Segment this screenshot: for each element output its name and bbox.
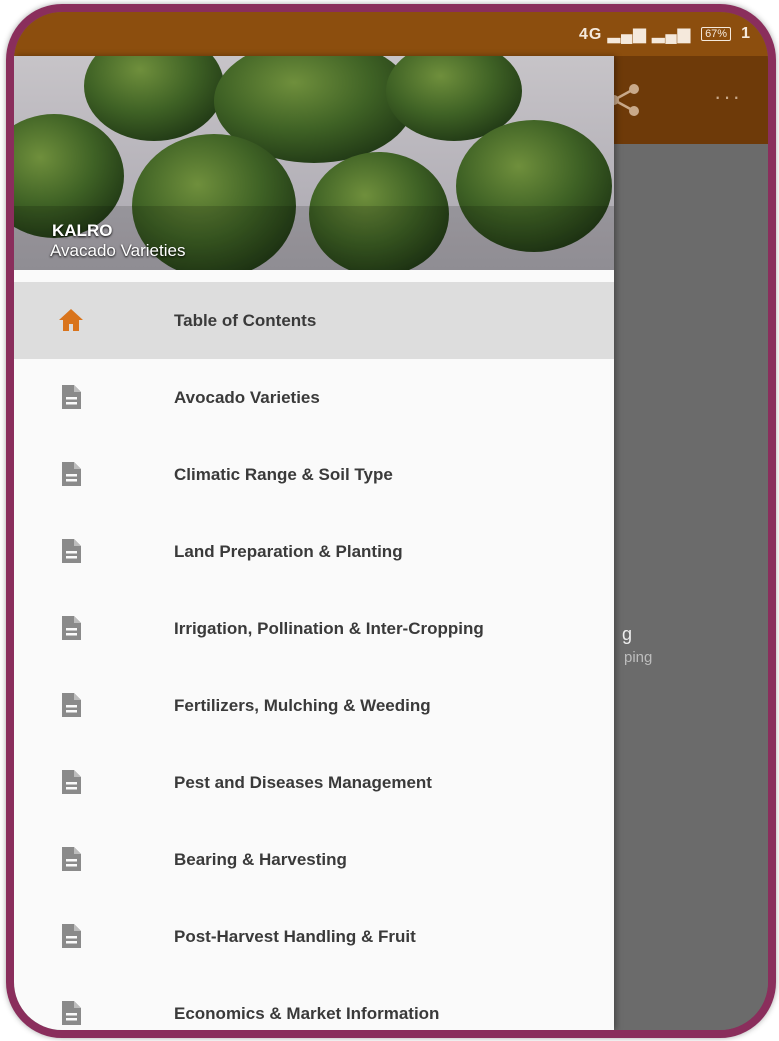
drawer-header: KALRO Avacado Varieties xyxy=(14,56,614,270)
signal-icon: 4G ▂▄▆ ▂▄▆ xyxy=(578,26,692,43)
document-icon xyxy=(62,693,81,717)
menu-item-fertilizers[interactable]: Fertilizers, Mulching & Weeding xyxy=(14,667,614,744)
menu-item-land-preparation[interactable]: Land Preparation & Planting xyxy=(14,513,614,590)
background-title-fragment: g xyxy=(622,624,633,644)
menu-item-label: Bearing & Harvesting xyxy=(174,849,347,869)
document-icon xyxy=(62,924,81,948)
drawer-menu: Table of Contents Avocado Varieties Clim… xyxy=(14,282,614,1030)
document-icon xyxy=(62,616,81,640)
clock: 1 xyxy=(741,25,750,42)
menu-item-table-of-contents[interactable]: Table of Contents xyxy=(14,282,614,359)
battery-indicator: 67% xyxy=(701,27,732,41)
menu-item-pest-diseases[interactable]: Pest and Diseases Management xyxy=(14,744,614,821)
more-options-icon[interactable]: ··· xyxy=(714,84,742,110)
document-icon xyxy=(62,770,81,794)
navigation-drawer: KALRO Avacado Varieties Table of Content… xyxy=(14,56,614,1030)
menu-item-climatic-range[interactable]: Climatic Range & Soil Type xyxy=(14,436,614,513)
drawer-header-subtitle: Avacado Varieties xyxy=(50,241,186,260)
home-icon xyxy=(59,309,83,331)
background-subtitle-fragment: ping xyxy=(624,649,653,666)
document-icon xyxy=(62,385,81,409)
document-icon xyxy=(62,462,81,486)
menu-item-label: Land Preparation & Planting xyxy=(174,541,403,561)
menu-item-irrigation[interactable]: Irrigation, Pollination & Inter-Cropping xyxy=(14,590,614,667)
drawer-header-title: KALRO xyxy=(52,221,113,240)
menu-item-label: Economics & Market Information xyxy=(174,1003,440,1023)
document-icon xyxy=(62,539,81,563)
menu-item-post-harvest[interactable]: Post-Harvest Handling & Fruit xyxy=(14,898,614,975)
phone-frame: 4G ▂▄▆ ▂▄▆ 67% 1 ··· g ping KALRO Avacad… xyxy=(6,4,776,1038)
menu-item-label: Table of Contents xyxy=(174,310,317,330)
status-bar: 4G ▂▄▆ ▂▄▆ 67% 1 xyxy=(14,12,768,56)
menu-item-bearing-harvesting[interactable]: Bearing & Harvesting xyxy=(14,821,614,898)
menu-item-avocado-varieties[interactable]: Avocado Varieties xyxy=(14,359,614,436)
menu-item-label: Climatic Range & Soil Type xyxy=(174,464,393,484)
menu-item-label: Irrigation, Pollination & Inter-Cropping xyxy=(174,618,484,638)
document-icon xyxy=(62,1001,81,1025)
menu-item-label: Pest and Diseases Management xyxy=(174,772,432,792)
menu-item-economics[interactable]: Economics & Market Information xyxy=(14,975,614,1030)
menu-item-label: Fertilizers, Mulching & Weeding xyxy=(174,695,431,715)
menu-item-label: Avocado Varieties xyxy=(174,387,320,407)
menu-item-label: Post-Harvest Handling & Fruit xyxy=(174,926,416,946)
document-icon xyxy=(62,847,81,871)
